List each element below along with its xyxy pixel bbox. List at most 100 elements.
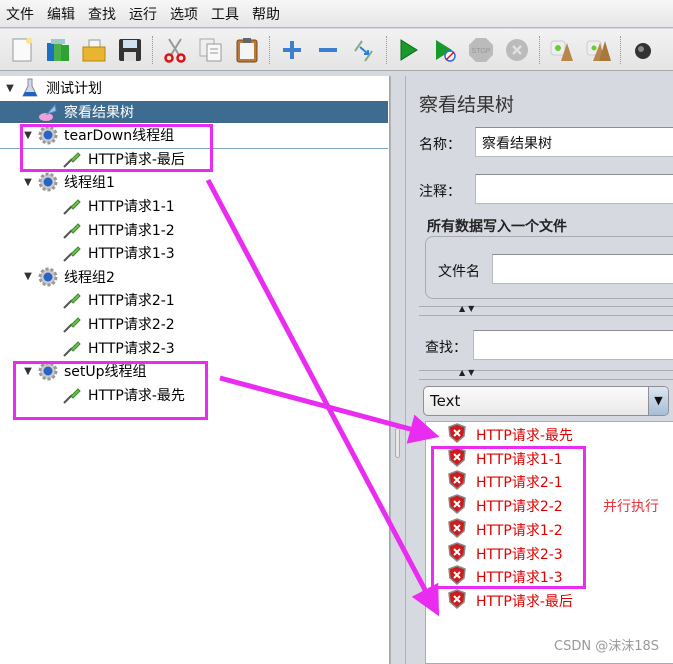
sampler-icon — [62, 243, 82, 263]
tree-node-label: HTTP请求1-2 — [88, 222, 175, 239]
expand-toggle-icon[interactable]: ▼ — [4, 83, 16, 94]
expand-toggle-icon[interactable]: ▼ — [22, 271, 34, 282]
renderer-select[interactable]: Text ▼ — [423, 386, 669, 416]
menu-edit[interactable]: 编辑 — [47, 4, 75, 24]
tree-node-label: 察看结果树 — [64, 104, 134, 121]
tree-node-listener[interactable]: 察看结果树 — [0, 100, 388, 123]
tree-node-thread-group[interactable]: ▼ 线程组2 — [22, 266, 115, 288]
new-button[interactable] — [9, 37, 35, 63]
tree-node-sampler[interactable]: HTTP请求2-2 — [58, 313, 175, 335]
splitter-grip[interactable] — [395, 428, 400, 458]
tree-node-label: 线程组2 — [64, 269, 115, 286]
error-shield-icon — [448, 423, 476, 447]
menu-options[interactable]: 选项 — [170, 4, 198, 24]
toggle-button[interactable] — [351, 37, 377, 63]
tree-node-test-plan[interactable]: ▼ 测试计划 — [4, 77, 102, 99]
horizontal-splitter[interactable]: ▲▼ — [419, 304, 673, 316]
comment-label: 注释： — [419, 184, 461, 200]
paste-icon — [236, 37, 258, 62]
start-button[interactable] — [396, 37, 422, 63]
comment-field[interactable] — [475, 174, 673, 204]
name-label: 名称： — [419, 137, 461, 153]
copy-icon — [199, 38, 222, 61]
cut-button[interactable] — [162, 37, 188, 63]
renderer-select-value: Text — [430, 392, 461, 410]
tree-node-label: HTTP请求1-1 — [88, 199, 175, 215]
save-button[interactable] — [117, 37, 143, 63]
shutdown-button[interactable] — [504, 37, 530, 63]
vertical-splitter[interactable] — [390, 76, 406, 664]
test-plan-icon — [20, 78, 40, 98]
toggle-icon — [354, 39, 373, 62]
panel-title: 察看结果树 — [419, 94, 515, 116]
search-icon — [635, 42, 651, 59]
svg-text:STOP: STOP — [472, 48, 491, 55]
search-button[interactable] — [630, 37, 656, 63]
tree-node-thread-group[interactable]: ▼ 线程组1 — [22, 171, 115, 193]
toolbar-separator — [539, 35, 540, 64]
tree-node-label: HTTP请求2-2 — [88, 317, 175, 333]
cut-icon — [164, 37, 186, 63]
new-icon — [12, 37, 32, 61]
paste-button[interactable] — [234, 37, 260, 63]
watermark: CSDN @沫沫18S — [554, 639, 659, 654]
result-item[interactable]: HTTP请求-最后 — [448, 589, 573, 612]
split-arrows-icon[interactable]: ▲▼ — [459, 368, 477, 377]
thread-group-icon — [38, 267, 58, 287]
tree-node-label: 测试计划 — [46, 81, 102, 97]
tree-node-label: HTTP请求2-3 — [88, 340, 175, 357]
templates-button[interactable] — [45, 37, 71, 63]
sampler-icon — [62, 196, 82, 216]
teardown-highlight-box — [20, 124, 213, 172]
tree-node-sampler[interactable]: HTTP请求1-3 — [58, 242, 175, 264]
parallel-highlight-box — [431, 446, 586, 589]
toolbar-separator — [269, 35, 270, 64]
copy-button[interactable] — [198, 37, 224, 63]
stop-button[interactable]: STOP — [468, 37, 494, 63]
toolbar-separator — [386, 35, 387, 64]
tree-node-sampler[interactable]: HTTP请求1-2 — [58, 219, 175, 241]
name-field[interactable]: 察看结果树 — [475, 127, 673, 157]
expand-button[interactable] — [279, 37, 305, 63]
listener-icon — [38, 102, 58, 122]
expand-icon — [283, 40, 301, 59]
tree-node-label: 线程组1 — [64, 175, 115, 192]
clear-icon — [550, 40, 573, 61]
clear-button[interactable] — [549, 37, 575, 63]
write-to-file-group: 文件名 — [425, 236, 673, 299]
toolbar: STOP — [0, 29, 673, 71]
open-icon — [82, 39, 106, 61]
search-field[interactable] — [473, 330, 673, 360]
menu-help[interactable]: 帮助 — [252, 4, 280, 24]
tree-node-sampler[interactable]: HTTP请求1-1 — [58, 195, 175, 217]
menu-search[interactable]: 查找 — [88, 4, 116, 24]
split-arrows-icon[interactable]: ▲▼ — [459, 304, 477, 313]
shutdown-icon — [506, 38, 528, 61]
menu-file[interactable]: 文件 — [6, 4, 34, 24]
menu-run[interactable]: 运行 — [129, 4, 157, 24]
filename-field[interactable] — [492, 254, 673, 284]
chevron-down-icon[interactable]: ▼ — [648, 387, 668, 415]
start-icon — [400, 38, 418, 61]
open-button[interactable] — [81, 37, 107, 63]
tree-node-sampler[interactable]: HTTP请求2-1 — [58, 289, 175, 311]
sampler-icon — [62, 290, 82, 310]
setup-highlight-box — [13, 361, 208, 420]
templates-icon — [47, 38, 69, 61]
thread-group-icon — [38, 172, 58, 192]
clear-all-icon — [586, 40, 611, 61]
menu-tools[interactable]: 工具 — [211, 4, 239, 24]
result-item[interactable]: HTTP请求-最先 — [448, 423, 573, 447]
collapse-button[interactable] — [315, 37, 341, 63]
expand-toggle-icon[interactable]: ▼ — [22, 177, 34, 188]
search-label: 查找： — [425, 340, 467, 356]
start-no-pauses-button[interactable] — [432, 37, 458, 63]
toolbar-separator — [620, 35, 621, 64]
result-item-label: HTTP请求-最先 — [476, 428, 573, 444]
horizontal-splitter[interactable]: ▲▼ — [419, 368, 673, 380]
stop-icon: STOP — [469, 37, 493, 62]
toolbar-separator — [152, 35, 153, 64]
clear-all-button[interactable] — [585, 37, 611, 63]
tree-node-sampler[interactable]: HTTP请求2-3 — [58, 337, 175, 359]
tree-node-label: HTTP请求2-1 — [88, 293, 175, 310]
